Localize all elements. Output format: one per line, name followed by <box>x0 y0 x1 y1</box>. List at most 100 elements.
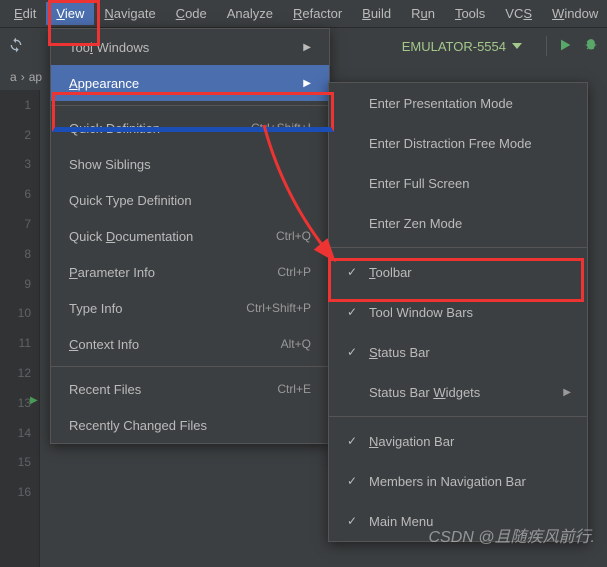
submenu-item-toolbar[interactable]: ✓ Toolbar <box>329 252 587 292</box>
run-button[interactable] <box>557 37 573 56</box>
check-icon: ✓ <box>345 265 359 279</box>
menu-item-context-info[interactable]: Context Info Alt+Q <box>51 326 329 362</box>
check-icon: ✓ <box>345 345 359 359</box>
check-icon: ✓ <box>345 474 359 488</box>
menu-shortcut: Ctrl+P <box>277 265 311 279</box>
menu-shortcut: Alt+Q <box>281 337 311 351</box>
menubar-item-window[interactable]: Window <box>542 2 607 25</box>
menu-item-quick-type-definition[interactable]: Quick Type Definition <box>51 182 329 218</box>
menu-item-quick-definition[interactable]: Quick Definition Ctrl+Shift+I <box>51 110 329 146</box>
menubar-item-run[interactable]: Run <box>401 2 445 25</box>
check-icon: ✓ <box>345 305 359 319</box>
editor-gutter: 123678910111213141516▶ <box>0 90 40 567</box>
menu-label: Context Info <box>69 337 139 352</box>
debug-button[interactable] <box>583 37 599 56</box>
submenu-label: Tool Window Bars <box>369 305 473 320</box>
chevron-down-icon <box>512 41 522 51</box>
menu-item-tool-windows[interactable]: Tool Windows ▶ <box>51 29 329 65</box>
line-number: 11 <box>0 328 39 358</box>
line-number: 10 <box>0 299 39 329</box>
menu-item-parameter-info[interactable]: Parameter Info Ctrl+P <box>51 254 329 290</box>
menu-item-type-info[interactable]: Type Info Ctrl+Shift+P <box>51 290 329 326</box>
divider <box>546 36 547 56</box>
submenu-label: Enter Zen Mode <box>369 216 462 231</box>
check-icon: ✓ <box>345 514 359 528</box>
menu-shortcut: Ctrl+E <box>277 382 311 396</box>
breadcrumb-segment[interactable]: a <box>10 70 17 84</box>
submenu-label: Enter Full Screen <box>369 176 469 191</box>
line-number: 12 <box>0 358 39 388</box>
submenu-item-enter-distraction-free-mode[interactable]: Enter Distraction Free Mode <box>329 123 587 163</box>
line-number: 6 <box>0 179 39 209</box>
line-number: 1 <box>0 90 39 120</box>
submenu-item-status-bar[interactable]: ✓ Status Bar <box>329 332 587 372</box>
sync-icon[interactable] <box>8 37 24 56</box>
menu-label: Quick Type Definition <box>69 193 192 208</box>
breadcrumb-segment[interactable]: ap <box>29 70 42 84</box>
menu-separator <box>51 366 329 367</box>
submenu-item-main-menu[interactable]: ✓ Main Menu <box>329 501 587 541</box>
menu-item-quick-documentation[interactable]: Quick Documentation Ctrl+Q <box>51 218 329 254</box>
menu-label: Appearance <box>69 76 139 91</box>
submenu-item-tool-window-bars[interactable]: ✓ Tool Window Bars <box>329 292 587 332</box>
submenu-item-enter-full-screen[interactable]: Enter Full Screen <box>329 163 587 203</box>
line-number: 9 <box>0 269 39 299</box>
submenu-item-enter-zen-mode[interactable]: Enter Zen Mode <box>329 203 587 243</box>
menubar-item-edit[interactable]: Edit <box>4 2 46 25</box>
menubar-item-view[interactable]: View <box>46 2 94 25</box>
check-icon: ✓ <box>345 434 359 448</box>
submenu-label: Main Menu <box>369 514 433 529</box>
device-selector[interactable]: EMULATOR-5554 <box>388 37 536 56</box>
submenu-item-members-in-navigation-bar[interactable]: ✓ Members in Navigation Bar <box>329 461 587 501</box>
line-number: 15 <box>0 448 39 478</box>
menu-separator <box>329 416 587 417</box>
submenu-item-status-bar-widgets[interactable]: Status Bar Widgets ▶ <box>329 372 587 412</box>
submenu-label: Enter Presentation Mode <box>369 96 513 111</box>
menu-label: Tool Windows <box>69 40 149 55</box>
gutter-run-icon[interactable]: ▶ <box>30 395 38 406</box>
menu-item-recent-files[interactable]: Recent Files Ctrl+E <box>51 371 329 407</box>
chevron-right-icon: ▶ <box>303 78 311 89</box>
submenu-label: Status Bar Widgets <box>369 385 480 400</box>
menubar-item-vcs[interactable]: VCS <box>495 2 542 25</box>
line-number: 3 <box>0 150 39 180</box>
submenu-label: Enter Distraction Free Mode <box>369 136 532 151</box>
menu-label: Recently Changed Files <box>69 418 207 433</box>
submenu-label: Members in Navigation Bar <box>369 474 526 489</box>
chevron-right-icon: ▶ <box>303 42 311 53</box>
menu-shortcut: Ctrl+Shift+I <box>251 121 311 135</box>
line-number: 7 <box>0 209 39 239</box>
menubar-item-navigate[interactable]: Navigate <box>94 2 165 25</box>
appearance-submenu: Enter Presentation Mode Enter Distraction… <box>328 82 588 542</box>
chevron-right-icon: › <box>21 70 25 84</box>
menu-label: Quick Definition <box>69 121 160 136</box>
view-menu: Tool Windows ▶ Appearance ▶ Quick Definition… <box>50 28 330 444</box>
menu-label: Quick Documentation <box>69 229 193 244</box>
line-number: 2 <box>0 120 39 150</box>
menubar-item-build[interactable]: Build <box>352 2 401 25</box>
menubar-item-code[interactable]: Code <box>166 2 217 25</box>
menu-label: Show Siblings <box>69 157 151 172</box>
menu-label: Recent Files <box>69 382 141 397</box>
menu-item-show-siblings[interactable]: Show Siblings <box>51 146 329 182</box>
menu-label: Parameter Info <box>69 265 155 280</box>
menubar-item-tools[interactable]: Tools <box>445 2 495 25</box>
line-number: 14 <box>0 418 39 448</box>
submenu-item-navigation-bar[interactable]: ✓ Navigation Bar <box>329 421 587 461</box>
menu-separator <box>329 247 587 248</box>
submenu-label: Navigation Bar <box>369 434 454 449</box>
menubar-item-analyze[interactable]: Analyze <box>217 2 283 25</box>
submenu-label: Status Bar <box>369 345 430 360</box>
submenu-item-enter-presentation-mode[interactable]: Enter Presentation Mode <box>329 83 587 123</box>
menu-item-recently-changed-files[interactable]: Recently Changed Files <box>51 407 329 443</box>
device-label: EMULATOR-5554 <box>402 39 506 54</box>
line-number: 16 <box>0 477 39 507</box>
menu-label: Type Info <box>69 301 122 316</box>
menu-shortcut: Ctrl+Q <box>276 229 311 243</box>
submenu-label: Toolbar <box>369 265 412 280</box>
menu-item-appearance[interactable]: Appearance ▶ <box>51 65 329 101</box>
chevron-right-icon: ▶ <box>563 387 571 398</box>
menubar-item-refactor[interactable]: Refactor <box>283 2 352 25</box>
menu-shortcut: Ctrl+Shift+P <box>246 301 311 315</box>
line-number: 8 <box>0 239 39 269</box>
